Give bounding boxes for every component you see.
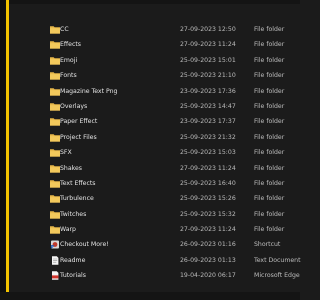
folder-icon: [50, 25, 60, 34]
file-date-modified: 25-09-2023 16:40: [180, 179, 236, 187]
file-row[interactable]: Paper Effect 23-09-2023 17:37 File folder: [44, 114, 300, 129]
file-name: Overlays: [60, 102, 88, 110]
file-type: Shortcut: [254, 241, 281, 249]
file-name: CC: [60, 26, 69, 33]
file-row[interactable]: Text Effects 25-09-2023 16:40 File folder: [44, 176, 300, 191]
file-type: File folder: [254, 179, 285, 187]
folder-icon: [50, 117, 60, 126]
file-row[interactable]: Project Files 25-09-2023 21:32 File folder: [44, 130, 300, 145]
file-name: Warp: [60, 226, 76, 234]
folder-icon: [50, 71, 60, 80]
file-row[interactable]: Readme 26-09-2023 01:13 Text Document: [44, 253, 301, 268]
file-date-modified: 25-09-2023 15:32: [180, 210, 236, 218]
folder-icon: [50, 148, 60, 157]
file-name: Fonts: [60, 72, 77, 80]
file-type: File folder: [254, 118, 285, 126]
folder-icon: [50, 102, 60, 111]
file-type: File folder: [254, 133, 285, 141]
folder-icon: [50, 87, 60, 96]
file-type: File folder: [254, 102, 285, 110]
file-date-modified: 25-09-2023 15:01: [180, 56, 236, 64]
file-row[interactable]: Turbulence 25-09-2023 15:26 File folder: [44, 191, 300, 206]
file-row[interactable]: Overlays 25-09-2023 14:47 File folder: [44, 99, 300, 114]
file-row[interactable]: SFX 25-09-2023 15:03 File folder: [44, 145, 300, 160]
file-row[interactable]: Magazine Text Png 23-09-2023 17:36 File fo…: [44, 84, 300, 99]
file-type: File folder: [254, 226, 285, 234]
file-type: File folder: [254, 87, 285, 95]
file-name: Paper Effect: [60, 118, 98, 126]
accent-bar: [6, 0, 9, 300]
file-name: Emoji: [60, 56, 78, 64]
file-type: File folder: [254, 164, 285, 172]
file-name: Effects: [60, 41, 82, 49]
file-name: Project Files: [60, 133, 97, 141]
folder-icon: [50, 133, 60, 142]
file-type: File folder: [254, 26, 285, 33]
file-date-modified: 25-09-2023 15:26: [180, 195, 236, 203]
folder-icon: [50, 225, 60, 234]
file-date-modified: 25-09-2023 21:32: [180, 133, 236, 141]
file-name: Text Effects: [60, 179, 96, 187]
window-top-frame: [9, 0, 300, 4]
folder-icon: [50, 210, 60, 219]
file-date-modified: 27-09-2023 12:50: [180, 26, 236, 33]
file-type: File folder: [254, 210, 285, 218]
file-name: Readme: [60, 256, 86, 264]
folder-icon: [50, 40, 60, 49]
file-type: File folder: [254, 195, 285, 203]
file-row[interactable]: Effects 27-09-2023 11:24 File folder: [44, 37, 300, 52]
folder-icon: [50, 194, 60, 203]
file-date-modified: 25-09-2023 14:47: [180, 102, 236, 110]
file-type: File folder: [254, 56, 285, 64]
file-name: Magazine Text Png: [60, 87, 118, 95]
file-date-modified: 27-09-2023 11:24: [180, 226, 236, 234]
file-row[interactable]: Shakes 27-09-2023 11:24 File folder: [44, 161, 300, 176]
folder-icon: [50, 164, 60, 173]
file-type: File folder: [254, 149, 285, 157]
folder-icon: [50, 56, 60, 65]
file-row[interactable]: Twitches 25-09-2023 15:32 File folder: [44, 207, 300, 222]
file-name: Tutorials: [60, 272, 86, 280]
file-row[interactable]: Checkout More! 26-09-2023 01:16 Shortcut: [44, 237, 300, 252]
file-date-modified: 25-09-2023 15:03: [180, 149, 236, 157]
file-name: Turbulence: [60, 195, 94, 203]
file-type: File folder: [254, 41, 285, 49]
file-row[interactable]: Fonts 25-09-2023 21:10 File folder: [44, 68, 300, 83]
file-date-modified: 26-09-2023 01:16: [180, 241, 236, 249]
file-type: File folder: [254, 72, 285, 80]
folder-icon: [50, 179, 60, 188]
file-name: SFX: [60, 149, 72, 157]
window-bottom-frame: [0, 292, 300, 300]
file-date-modified: 25-09-2023 21:10: [180, 72, 236, 80]
file-name: Twitches: [60, 210, 87, 218]
file-date-modified: 27-09-2023 11:24: [180, 41, 236, 49]
file-name: Checkout More!: [60, 241, 109, 249]
file-date-modified: 26-09-2023 01:13: [180, 256, 236, 264]
file-name: Shakes: [60, 164, 83, 172]
file-type: Text Document: [254, 256, 301, 264]
file-row[interactable]: Tutorials 19-04-2020 06:17 Microsoft Edge …: [44, 268, 302, 283]
file-date-modified: 23-09-2023 17:37: [180, 118, 236, 126]
file-date-modified: 23-09-2023 17:36: [180, 87, 236, 95]
shortcut-icon: [50, 240, 60, 249]
file-row[interactable]: CC 27-09-2023 12:50 File folder: [44, 22, 300, 37]
file-type: Microsoft Edge PDF: [254, 272, 302, 280]
file-row[interactable]: Warp 27-09-2023 11:24 File folder: [44, 222, 300, 237]
file-list: CC 27-09-2023 12:50 File folder Effects 27-0…: [44, 22, 302, 284]
text-document-icon: [50, 256, 60, 265]
file-date-modified: 19-04-2020 06:17: [180, 272, 236, 280]
file-date-modified: 27-09-2023 11:24: [180, 164, 236, 172]
file-row[interactable]: Emoji 25-09-2023 15:01 File folder: [44, 53, 300, 68]
pdf-icon: [50, 271, 60, 280]
